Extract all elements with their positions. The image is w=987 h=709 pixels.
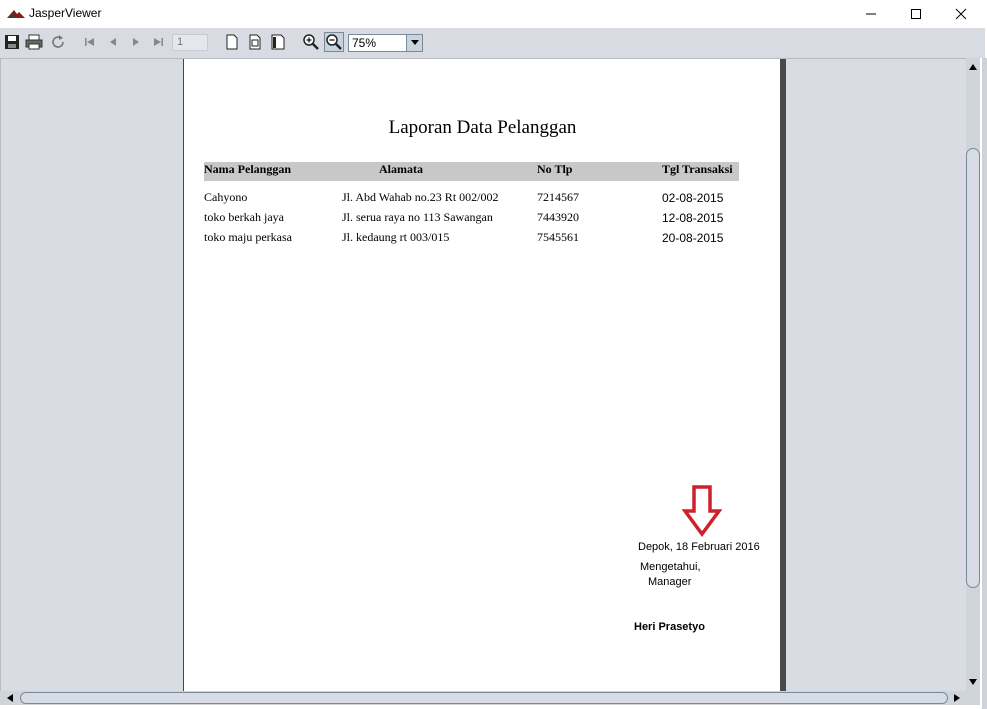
table-cell: Jl. Abd Wahab no.23 Rt 002/002 [342,190,499,204]
print-icon [25,34,43,50]
table-cell: 7545561 [537,230,579,244]
page-shadow [780,59,786,691]
previous-page-button[interactable] [103,32,123,52]
close-icon [955,8,967,20]
title-bar: JasperViewer [0,0,987,28]
vertical-scroll-thumb[interactable] [966,148,980,588]
table-cell: toko berkah jaya [204,210,284,224]
table-cell: 20-08-2015 [662,231,724,245]
zoom-in-button[interactable] [301,32,321,52]
last-page-button[interactable] [148,32,168,52]
signature-place-date: Depok, 18 Februari 2016 [638,541,760,553]
chevron-left-icon [7,694,13,702]
chevron-up-icon [969,64,977,70]
save-icon [5,35,19,49]
column-header: Nama Pelanggan [204,162,291,176]
minimize-button[interactable] [848,0,894,28]
zoom-value: 75% [352,36,377,50]
jasper-logo-icon [7,10,25,18]
table-cell: Jl. kedaung rt 003/015 [342,230,450,244]
save-button[interactable] [2,32,22,52]
zoom-select[interactable]: 75% [348,34,423,52]
reload-button[interactable] [48,32,68,52]
zoom-dropdown-button[interactable] [406,35,422,51]
maximize-button[interactable] [893,0,939,28]
window-edge [982,58,987,709]
minimize-icon [866,13,876,15]
column-header: Alamata [379,162,423,176]
zoom-out-icon [326,34,342,50]
actual-size-icon [226,34,238,50]
report-page: Laporan Data Pelanggan Nama Pelanggan Al… [183,59,781,691]
first-page-icon [85,38,94,46]
table-cell: Cahyono [204,190,248,204]
next-page-icon [133,38,139,46]
table-cell: 02-08-2015 [662,191,724,205]
toolbar: 1 [0,28,985,58]
window-title: JasperViewer [29,6,102,20]
table-cell: toko maju perkasa [204,230,292,244]
scroll-left-button[interactable] [3,691,17,705]
last-page-icon [154,38,163,46]
scroll-down-button[interactable] [966,675,980,689]
report-title: Laporan Data Pelanggan [388,117,577,138]
table-cell: 7214567 [537,190,579,204]
close-button[interactable] [938,0,984,28]
fit-page-button[interactable] [245,32,265,52]
chevron-down-icon [410,40,419,45]
maximize-icon [911,9,921,19]
fit-width-button[interactable] [268,32,288,52]
next-page-button[interactable] [126,32,146,52]
zoom-out-button[interactable] [324,32,344,52]
chevron-down-icon [969,679,977,685]
chevron-right-icon [954,694,960,702]
scroll-corner [966,691,980,705]
table-cell: 7443920 [537,210,579,224]
scroll-right-button[interactable] [950,691,964,705]
zoom-in-icon [303,34,319,50]
table-cell: Jl. serua raya no 113 Sawangan [342,210,493,224]
page-number-field[interactable]: 1 [172,34,208,51]
reload-icon [52,35,64,48]
fit-width-icon [271,34,285,50]
actual-size-button[interactable] [222,32,242,52]
table-cell: 12-08-2015 [662,211,724,225]
horizontal-scroll-thumb[interactable] [20,692,948,704]
arrow-down-icon [682,485,722,537]
first-page-button[interactable] [80,32,100,52]
column-header: Tgl Transaksi [662,162,733,176]
signature-name: Heri Prasetyo [634,621,705,633]
scroll-up-button[interactable] [966,60,980,74]
previous-page-icon [110,38,116,46]
signature-role: Manager [648,576,692,588]
fit-page-icon [249,34,261,50]
column-header: No Tlp [537,162,573,176]
signature-acknowledge: Mengetahui, [640,561,701,573]
print-button[interactable] [24,32,44,52]
